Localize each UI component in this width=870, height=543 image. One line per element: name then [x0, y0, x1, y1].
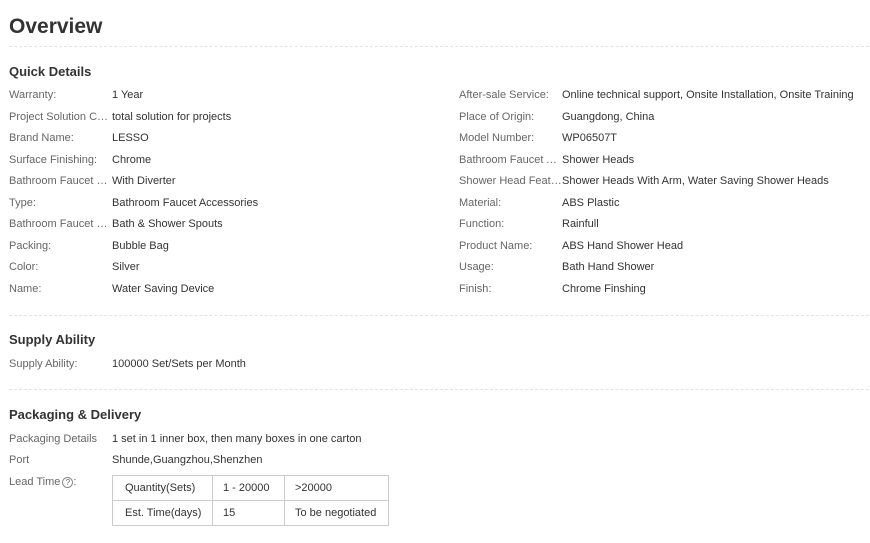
table-cell: To be negotiated: [284, 500, 389, 526]
overview-title: Overview: [9, 15, 103, 38]
detail-label: Model Number:: [459, 132, 535, 144]
detail-value: WP06507T: [562, 132, 618, 144]
table-cell: Est. Time(days): [112, 500, 213, 526]
detail-label[interactable]: Project Solution Ca...: [9, 110, 112, 124]
detail-value: Chrome Finshing: [562, 283, 646, 295]
detail-value: Guangdong, China: [562, 111, 655, 123]
detail-label: Finish:: [459, 283, 492, 295]
table-cell: 1 - 20000: [212, 475, 285, 501]
detail-label[interactable]: Bathroom Faucet S...: [9, 217, 112, 231]
detail-label: Place of Origin:: [459, 111, 535, 123]
quick-details-title: Quick Details: [9, 64, 92, 79]
packaging-delivery-title: Packaging & Delivery: [9, 407, 142, 422]
divider: [9, 315, 869, 316]
detail-label: Type:: [9, 197, 36, 209]
detail-label[interactable]: Shower Head Featu...: [459, 174, 562, 188]
detail-value: Water Saving Device: [112, 283, 215, 295]
detail-value: Bath & Shower Spouts: [112, 218, 223, 230]
detail-label: Brand Name:: [9, 132, 74, 144]
detail-label[interactable]: Bathroom Faucet S...: [9, 174, 112, 188]
detail-value: Shower Heads: [562, 154, 635, 166]
detail-value: Bathroom Faucet Accessories: [112, 197, 259, 209]
table-cell: 15: [212, 500, 285, 526]
lead-time-label: Lead Time: [9, 476, 61, 488]
lead-time-label-group: Lead Time?:: [9, 475, 112, 489]
table-cell: >20000: [284, 475, 389, 501]
detail-label: Packing:: [9, 240, 52, 252]
detail-label: Usage:: [459, 261, 494, 273]
detail-label[interactable]: Bathroom Faucet A...: [459, 153, 562, 167]
detail-value: Online technical support, Onsite Install…: [562, 89, 854, 101]
detail-label: Name:: [9, 283, 42, 295]
detail-value: Chrome: [112, 154, 152, 166]
detail-label: Color:: [9, 261, 39, 273]
lead-time-colon: :: [73, 476, 77, 488]
detail-value: LESSO: [112, 132, 149, 144]
packaging-details-label: Packaging Details: [9, 433, 98, 445]
detail-label: Function:: [459, 218, 505, 230]
detail-label: After-sale Service:: [459, 89, 549, 101]
detail-value: With Diverter: [112, 175, 176, 187]
question-circle-icon[interactable]: ?: [62, 477, 74, 488]
table-row: Est. Time(days) 15 To be negotiated: [112, 500, 389, 526]
detail-value: total solution for projects: [112, 111, 232, 123]
detail-value: Bath Hand Shower: [562, 261, 655, 273]
port-label: Port: [9, 454, 30, 466]
detail-value: ABS Plastic: [562, 197, 620, 209]
detail-value: Rainfull: [562, 218, 599, 230]
detail-label: Product Name:: [459, 240, 533, 252]
divider: [9, 389, 869, 390]
lead-time-table: Quantity(Sets) 1 - 20000 >20000 Est. Tim…: [112, 475, 389, 526]
divider: [9, 46, 869, 47]
detail-label: Warranty:: [9, 89, 57, 101]
table-row: Quantity(Sets) 1 - 20000 >20000: [112, 475, 389, 501]
detail-label: Material:: [459, 197, 502, 209]
detail-value: Bubble Bag: [112, 240, 169, 252]
supply-ability-title: Supply Ability: [9, 332, 96, 347]
detail-value: Shower Heads With Arm, Water Saving Show…: [562, 175, 829, 187]
supply-ability-label: Supply Ability:: [9, 358, 78, 370]
supply-ability-value: 100000 Set/Sets per Month: [112, 358, 246, 370]
detail-value: Silver: [112, 261, 140, 273]
port-value: Shunde,Guangzhou,Shenzhen: [112, 454, 263, 466]
detail-value: ABS Hand Shower Head: [562, 240, 684, 252]
table-cell: Quantity(Sets): [112, 475, 213, 501]
packaging-details-value: 1 set in 1 inner box, then many boxes in…: [112, 433, 362, 445]
detail-label: Surface Finishing:: [9, 154, 98, 166]
detail-value: 1 Year: [112, 89, 144, 101]
